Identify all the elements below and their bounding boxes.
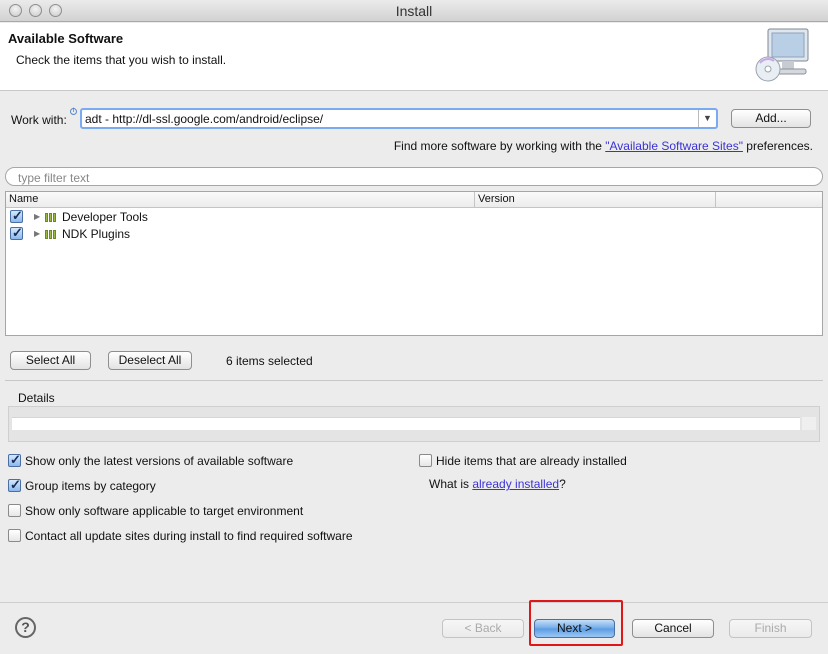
wizard-header: Available Software Check the items that …: [0, 23, 828, 91]
column-version[interactable]: Version: [478, 193, 515, 205]
checkbox[interactable]: [419, 454, 432, 467]
footer-divider: [0, 602, 828, 603]
cancel-button[interactable]: Cancel: [632, 619, 714, 638]
checkbox[interactable]: ✓: [8, 452, 21, 467]
option-label: Show only software applicable to target …: [25, 504, 304, 518]
option-label: Contact all update sites during install …: [25, 529, 353, 543]
add-site-button[interactable]: Add...: [731, 109, 811, 128]
option-label: Group items by category: [25, 479, 156, 493]
tree-item[interactable]: ✓ ▶ NDK Plugins: [6, 225, 822, 243]
expand-triangle-icon[interactable]: ▶: [34, 229, 40, 238]
column-name[interactable]: Name: [9, 193, 38, 205]
page-subtitle: Check the items that you wish to install…: [16, 53, 227, 67]
checkbox[interactable]: [8, 504, 21, 517]
option-label: Hide items that are already installed: [436, 454, 627, 468]
column-separator: [715, 192, 716, 208]
software-tree[interactable]: Name Version ✓ ▶ Developer Tools ✓ ▶ NDK…: [5, 191, 823, 336]
info-icon: i: [70, 108, 77, 115]
details-label: Details: [18, 391, 55, 405]
tree-item-checkbox[interactable]: ✓: [10, 225, 23, 240]
tree-item-label: Developer Tools: [62, 210, 148, 224]
title-bar: Install: [0, 0, 828, 22]
details-scrollbar[interactable]: [802, 417, 816, 430]
column-separator: [474, 192, 475, 208]
package-icon: [45, 230, 59, 239]
expand-triangle-icon[interactable]: ▶: [34, 212, 40, 221]
option-label: Show only the latest versions of availab…: [25, 454, 294, 468]
tree-item[interactable]: ✓ ▶ Developer Tools: [6, 208, 822, 226]
computer-cd-icon: [755, 28, 809, 82]
divider: [5, 380, 823, 381]
checkbox[interactable]: ✓: [8, 477, 21, 492]
details-area: [8, 406, 820, 442]
filter-field[interactable]: [5, 167, 823, 186]
filter-input[interactable]: [16, 170, 806, 186]
deselect-all-button[interactable]: Deselect All: [108, 351, 192, 370]
available-software-sites-link[interactable]: "Available Software Sites": [605, 139, 743, 153]
next-highlight-box: [529, 600, 623, 646]
find-more-text: Find more software by working with the "…: [393, 139, 813, 153]
tree-item-label: NDK Plugins: [62, 227, 131, 241]
window-title: Install: [395, 3, 433, 19]
details-text-area[interactable]: [12, 417, 800, 430]
help-icon[interactable]: ?: [15, 617, 36, 638]
back-button[interactable]: < Back: [442, 619, 524, 638]
work-with-value: adt - http://dl-ssl.google.com/android/e…: [85, 112, 324, 126]
select-all-button[interactable]: Select All: [10, 351, 91, 370]
package-icon: [45, 213, 59, 222]
work-with-label: Work with:: [11, 113, 67, 127]
selection-count: 6 items selected: [226, 354, 313, 368]
page-title: Available Software: [8, 31, 124, 46]
what-is-installed-text: What is already installed?: [429, 477, 566, 491]
finish-button[interactable]: Finish: [729, 619, 812, 638]
work-with-combo[interactable]: adt - http://dl-ssl.google.com/android/e…: [80, 108, 718, 129]
chevron-down-icon[interactable]: ▼: [698, 110, 716, 127]
tree-item-checkbox[interactable]: ✓: [10, 208, 23, 223]
checkbox[interactable]: [8, 529, 21, 542]
tree-header: Name Version: [6, 192, 822, 208]
already-installed-link[interactable]: already installed: [472, 477, 559, 491]
